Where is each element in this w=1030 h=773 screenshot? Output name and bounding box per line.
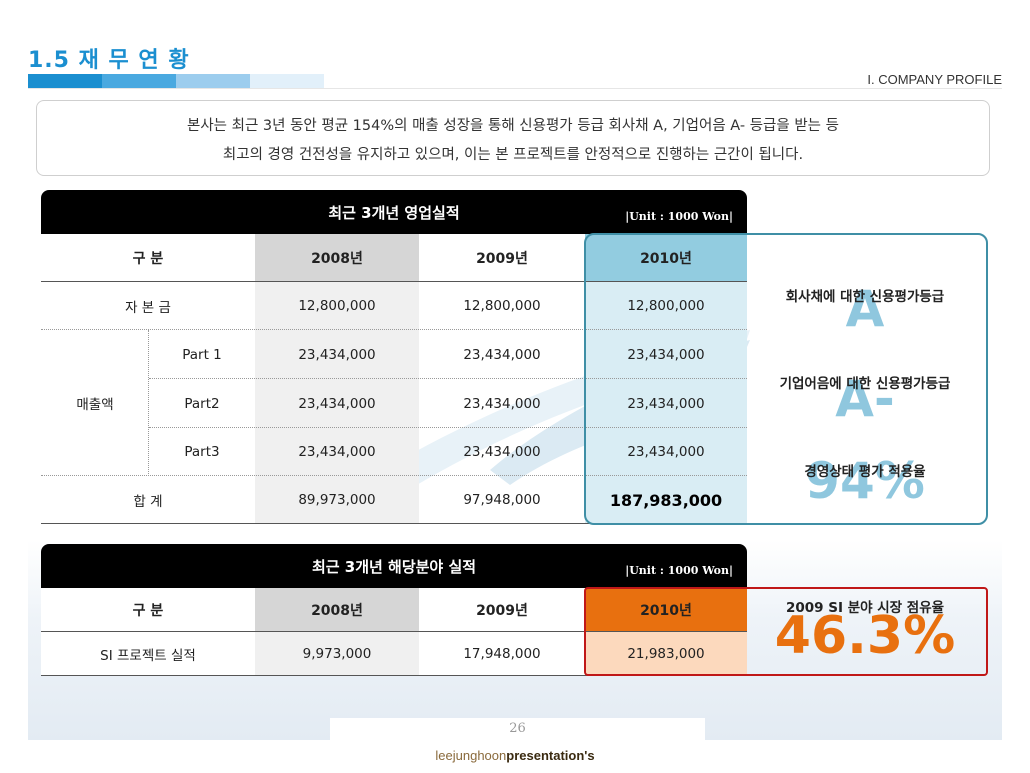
table1-col-label: 구 분 bbox=[132, 251, 164, 267]
market-share-value: 46.3% bbox=[774, 606, 956, 666]
footer-credit-suffix: presentation's bbox=[506, 748, 595, 763]
header-divider bbox=[28, 88, 1002, 89]
table1-title-bar: 최근 3개년 영업실적 |Unit : 1000 Won| bbox=[41, 190, 747, 234]
title-bar-segment-1 bbox=[28, 74, 102, 88]
title-bar-segment-3 bbox=[176, 74, 250, 88]
table1-group-label: 매출액 bbox=[76, 397, 114, 413]
table1-cell: 23,434,000 bbox=[463, 444, 541, 460]
table2-year-2008: 2008년 bbox=[311, 603, 363, 619]
page-number: 26 bbox=[330, 718, 705, 742]
table1-total-label: 합 계 bbox=[133, 494, 163, 510]
table1-year-2008: 2008년 bbox=[311, 251, 363, 267]
section-title: 1.5 재 무 연 황 bbox=[28, 48, 190, 73]
table2-cell: 9,973,000 bbox=[302, 646, 372, 662]
table1-cell: 23,434,000 bbox=[463, 395, 541, 412]
table1-cell: 97,948,000 bbox=[463, 492, 541, 508]
table1-cell: 23,434,000 bbox=[298, 444, 376, 460]
table2-unit: |Unit : 1000 Won| bbox=[625, 564, 733, 577]
table1-row-label: 자 본 금 bbox=[125, 300, 171, 316]
summary-line-1: 본사는 최근 3년 동안 평균 154%의 매출 성장을 통해 신용평가 등급 … bbox=[187, 118, 839, 134]
summary-box: 본사는 최근 3년 동안 평균 154%의 매출 성장을 통해 신용평가 등급 … bbox=[36, 100, 990, 176]
table1-row-label: Part3 bbox=[184, 444, 220, 460]
table1-cell: 12,800,000 bbox=[298, 298, 376, 314]
table2-year-2009: 2009년 bbox=[476, 603, 528, 619]
footer-credit: leejunghoonpresentation's bbox=[0, 748, 1030, 763]
table2-row-label: SI 프로젝트 실적 bbox=[100, 648, 196, 664]
table1-row-label: Part2 bbox=[184, 395, 220, 412]
table1-cell: 23,434,000 bbox=[463, 346, 541, 363]
table1-unit: |Unit : 1000 Won| bbox=[625, 210, 733, 223]
table1-year-2009: 2009년 bbox=[476, 251, 528, 267]
table1-cell: 12,800,000 bbox=[463, 298, 541, 314]
category-label: I. COMPANY PROFILE bbox=[867, 72, 1002, 87]
table1-cell: 89,973,000 bbox=[298, 492, 376, 508]
table1-cell: 23,434,000 bbox=[298, 395, 376, 412]
title-bar-segment-2 bbox=[102, 74, 176, 88]
table1-cell: 23,434,000 bbox=[298, 346, 376, 363]
rating-label-bonds: 회사채에 대한 신용평가등급 bbox=[785, 289, 945, 305]
rating-label-commercial-paper: 기업어음에 대한 신용평가등급 bbox=[779, 376, 951, 392]
title-bar-segment-4 bbox=[250, 74, 324, 88]
table2-title-bar: 최근 3개년 해당분야 실적 |Unit : 1000 Won| bbox=[41, 544, 747, 588]
table2-cell: 17,948,000 bbox=[463, 646, 541, 662]
footer-credit-name: leejunghoon bbox=[435, 748, 507, 763]
table2-col-label: 구 분 bbox=[132, 603, 164, 619]
rating-label-management: 경영상태 평가 적용율 bbox=[804, 464, 926, 480]
table1-row-label: Part 1 bbox=[182, 346, 222, 363]
summary-line-2: 최고의 경영 건전성을 유지하고 있으며, 이는 본 프로젝트를 안정적으로 진… bbox=[222, 147, 804, 163]
